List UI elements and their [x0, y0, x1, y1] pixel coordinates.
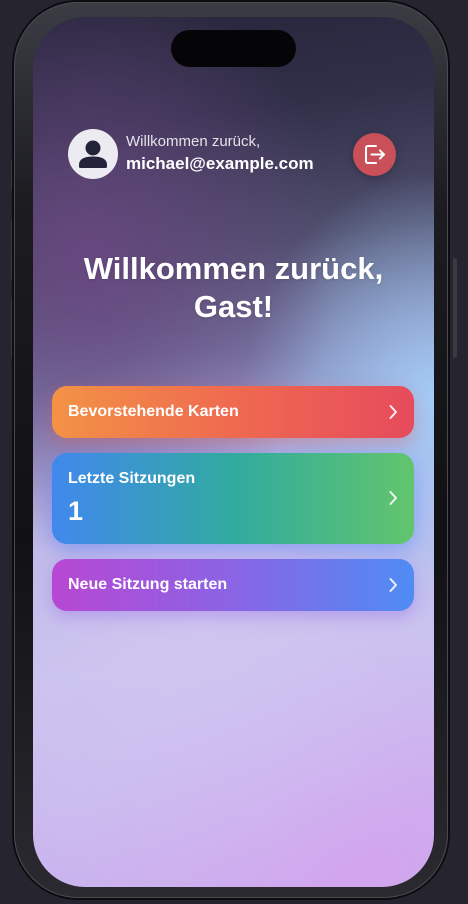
app-screen: Willkommen zurück, michael@example.com W… — [33, 17, 434, 887]
logout-button[interactable] — [353, 133, 396, 176]
recent-sessions-label: Letzte Sitzungen — [68, 470, 196, 487]
upcoming-cards-button[interactable]: Bevorstehende Karten — [52, 386, 414, 438]
power-button — [453, 258, 457, 358]
upcoming-cards-label: Bevorstehende Karten — [68, 403, 239, 420]
welcome-heading-line2: Gast! — [193, 289, 274, 324]
chevron-right-icon — [389, 405, 397, 419]
avatar[interactable] — [68, 129, 118, 179]
user-email: michael@example.com — [126, 154, 314, 173]
new-session-button[interactable]: Neue Sitzung starten — [52, 559, 414, 611]
dynamic-island — [171, 30, 296, 67]
greeting-text: Willkommen zurück, — [126, 133, 261, 150]
recent-sessions-button[interactable]: Letzte Sitzungen 1 — [52, 453, 414, 544]
device-stage: Willkommen zurück, michael@example.com W… — [0, 0, 468, 904]
welcome-heading-line1: Willkommen zurück, — [83, 251, 384, 286]
new-session-label: Neue Sitzung starten — [68, 576, 228, 593]
chevron-right-icon — [389, 491, 397, 505]
chevron-right-icon — [389, 578, 397, 592]
person-icon — [68, 129, 118, 179]
welcome-heading: Willkommen zurück, Gast! — [33, 250, 434, 326]
recent-sessions-count: 1 — [68, 496, 84, 526]
